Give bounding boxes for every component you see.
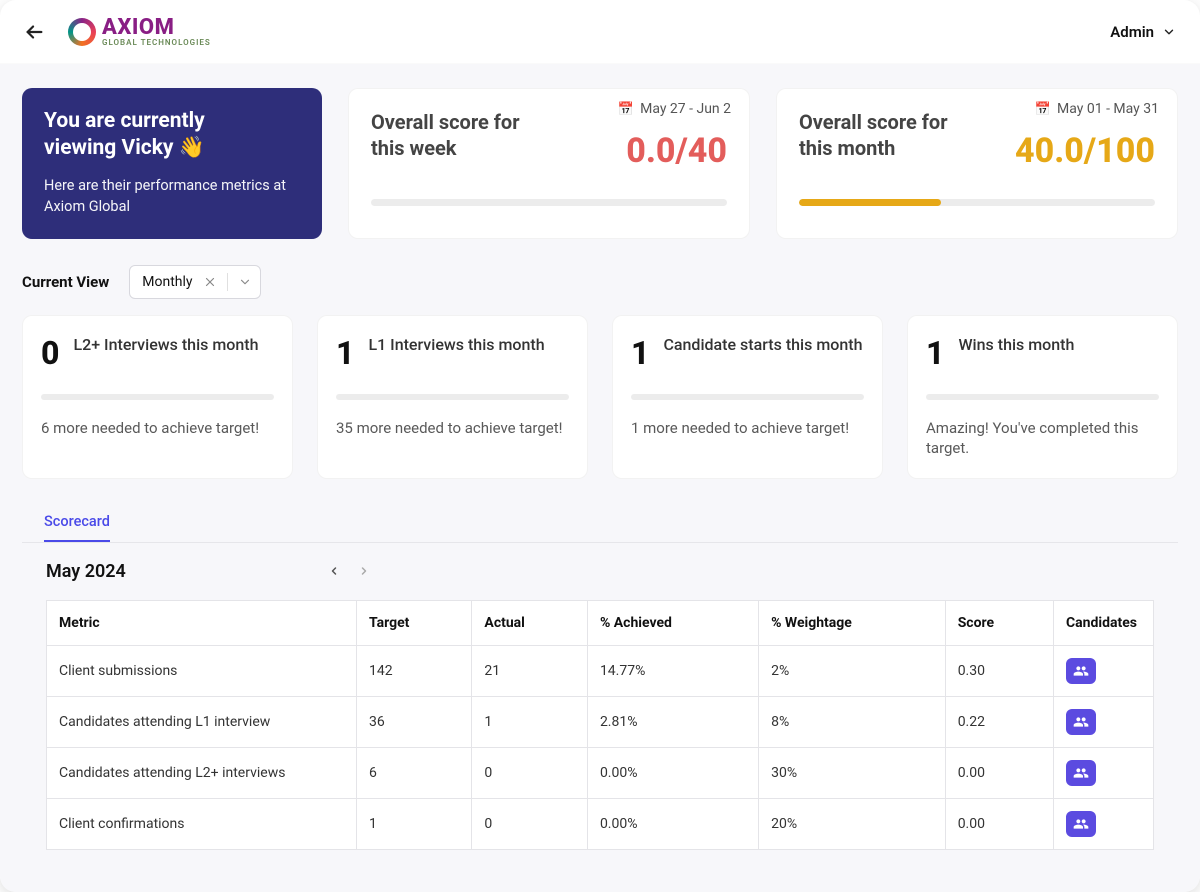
table-row: Candidates attending L2+ interviews 6 0 … — [47, 748, 1154, 799]
back-button[interactable] — [16, 14, 52, 50]
hero-subtitle: Here are their performance metrics at Ax… — [44, 175, 300, 217]
logo: AXIOM GLOBAL TECHNOLOGIES — [68, 17, 211, 47]
metric-card-l2: 0 L2+ Interviews this month 6 more neede… — [22, 315, 293, 480]
users-icon — [1073, 765, 1089, 781]
user-menu[interactable]: Admin — [1110, 23, 1176, 41]
metric-status: 1 more needed to achieve target! — [631, 418, 864, 438]
arrow-left-icon — [23, 21, 45, 43]
table-row: Client submissions 142 21 14.77% 2% 0.30 — [47, 646, 1154, 697]
topbar: AXIOM GLOBAL TECHNOLOGIES Admin — [0, 0, 1200, 64]
view-label: Current View — [22, 273, 109, 291]
chevron-down-icon — [1162, 25, 1176, 39]
metric-status: 35 more needed to achieve target! — [336, 418, 569, 438]
metric-status: 6 more needed to achieve target! — [41, 418, 274, 438]
users-icon — [1073, 816, 1089, 832]
score-month-card: 📅 May 01 - May 31 Overall score for this… — [776, 88, 1178, 239]
clear-icon[interactable] — [203, 275, 217, 289]
metrics-row: 0 L2+ Interviews this month 6 more neede… — [22, 315, 1178, 480]
col-score: Score — [945, 601, 1053, 646]
brand-name: AXIOM — [102, 17, 211, 39]
users-icon — [1073, 714, 1089, 730]
calendar-icon: 📅 — [618, 102, 634, 117]
metric-num: 1 — [631, 334, 649, 372]
chevron-left-icon — [328, 565, 340, 577]
score-month-date: 📅 May 01 - May 31 — [1035, 101, 1159, 117]
view-selector-row: Current View Monthly — [22, 265, 1178, 299]
hero-card: You are currently viewing Vicky 👋 Here a… — [22, 88, 322, 239]
metric-progress — [41, 394, 274, 400]
metric-num: 0 — [41, 334, 59, 372]
metric-card-candidate-starts: 1 Candidate starts this month 1 more nee… — [612, 315, 883, 480]
scorecard-section: May 2024 Metric Target Actual — [22, 543, 1178, 850]
candidates-button[interactable] — [1066, 709, 1096, 735]
table-row: Candidates attending L1 interview 36 1 2… — [47, 697, 1154, 748]
brand-subtitle: GLOBAL TECHNOLOGIES — [102, 39, 211, 47]
view-select-value: Monthly — [142, 274, 192, 290]
user-label: Admin — [1110, 23, 1154, 41]
table-row: Client confirmations 1 0 0.00% 20% 0.00 — [47, 799, 1154, 850]
col-weightage: % Weightage — [759, 601, 946, 646]
month-label: May 2024 — [46, 561, 126, 582]
metric-card-l1: 1 L1 Interviews this month 35 more neede… — [317, 315, 588, 480]
calendar-icon: 📅 — [1035, 102, 1051, 117]
month-nav: May 2024 — [46, 561, 1154, 582]
col-actual: Actual — [472, 601, 588, 646]
next-month-button[interactable] — [358, 562, 370, 581]
view-select[interactable]: Monthly — [129, 265, 260, 299]
tab-scorecard[interactable]: Scorecard — [44, 505, 110, 542]
col-metric: Metric — [47, 601, 357, 646]
metric-label: Wins this month — [958, 334, 1074, 356]
metric-num: 1 — [336, 334, 354, 372]
candidates-button[interactable] — [1066, 811, 1096, 837]
metric-num: 1 — [926, 334, 944, 372]
metric-progress — [631, 394, 864, 400]
metric-status: Amazing! You've completed this target. — [926, 418, 1159, 459]
score-week-value: 0.0/40 — [626, 131, 727, 171]
logo-icon — [68, 18, 96, 46]
tabs: Scorecard — [22, 505, 1178, 543]
content: You are currently viewing Vicky 👋 Here a… — [0, 64, 1200, 892]
score-month-progress — [799, 199, 1155, 206]
hero-title: You are currently viewing Vicky 👋 — [44, 108, 300, 163]
metric-progress — [926, 394, 1159, 400]
metric-label: Candidate starts this month — [663, 334, 862, 356]
candidates-button[interactable] — [1066, 658, 1096, 684]
candidates-button[interactable] — [1066, 760, 1096, 786]
table-header-row: Metric Target Actual % Achieved % Weight… — [47, 601, 1154, 646]
score-week-date: 📅 May 27 - Jun 2 — [618, 101, 731, 117]
score-month-value: 40.0/100 — [1015, 131, 1155, 171]
prev-month-button[interactable] — [328, 562, 340, 581]
score-month-label: Overall score for this month — [799, 109, 979, 161]
scorecard-table: Metric Target Actual % Achieved % Weight… — [46, 600, 1154, 850]
col-candidates: Candidates — [1054, 601, 1154, 646]
score-week-progress — [371, 199, 727, 206]
col-target: Target — [356, 601, 471, 646]
metric-label: L2+ Interviews this month — [73, 334, 258, 356]
score-week-label: Overall score for this week — [371, 109, 551, 161]
col-achieved: % Achieved — [587, 601, 758, 646]
wave-icon: 👋 — [179, 135, 205, 162]
score-week-card: 📅 May 27 - Jun 2 Overall score for this … — [348, 88, 750, 239]
metric-label: L1 Interviews this month — [368, 334, 544, 356]
chevron-right-icon — [358, 565, 370, 577]
chevron-down-icon[interactable] — [238, 275, 252, 289]
users-icon — [1073, 663, 1089, 679]
metric-card-wins: 1 Wins this month Amazing! You've comple… — [907, 315, 1178, 480]
metric-progress — [336, 394, 569, 400]
